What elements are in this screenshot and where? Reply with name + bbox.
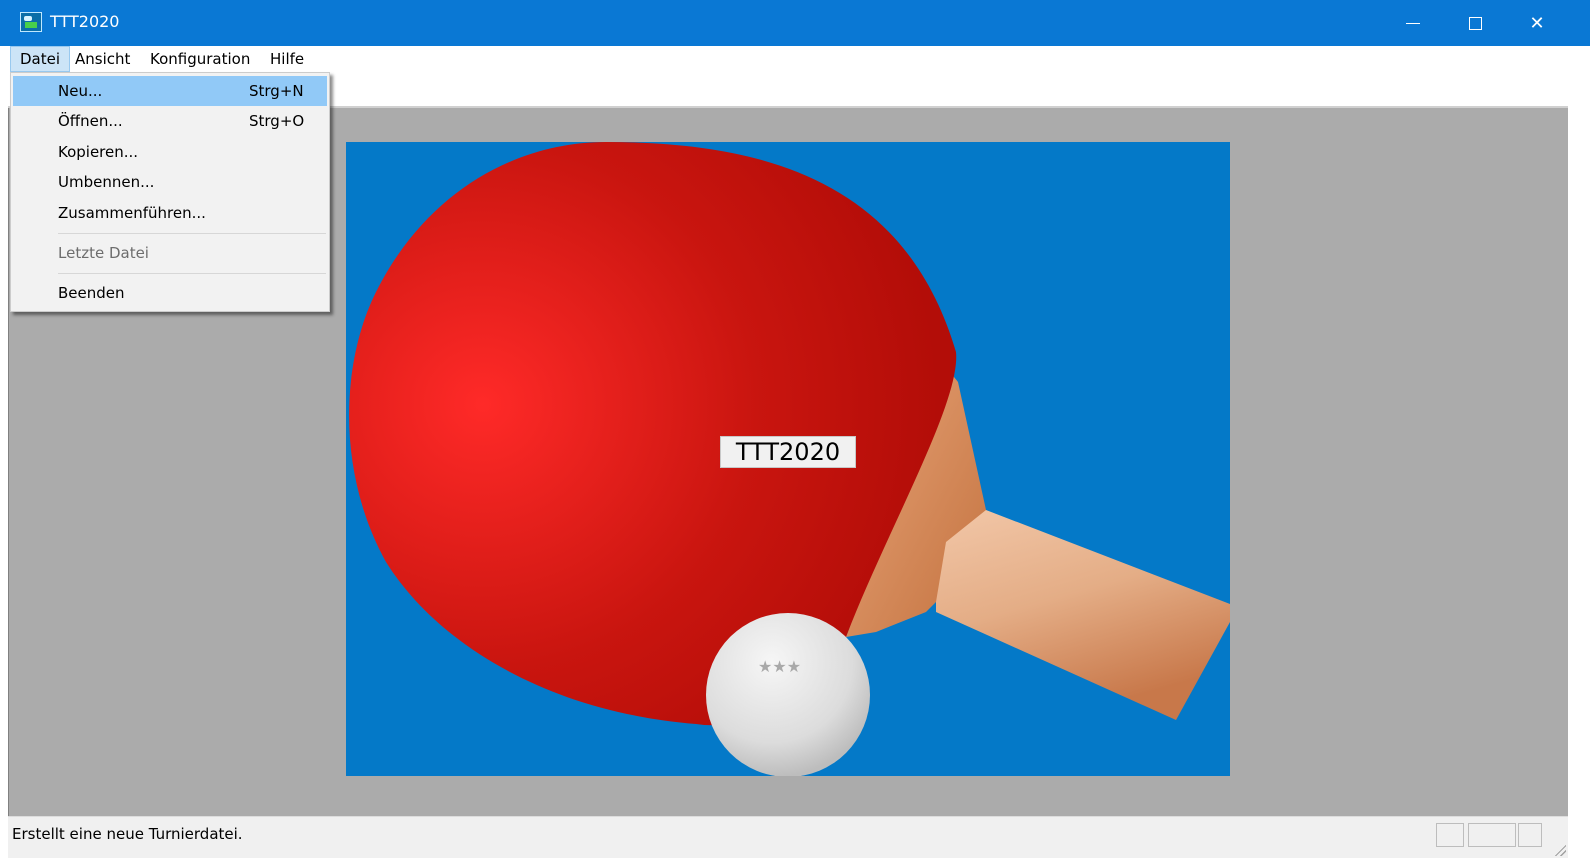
paddle-head [349,142,957,726]
status-text: Erstellt eine neue Turnierdatei. [12,825,243,843]
splash-image: ★★★ TTT2020 [346,142,1230,776]
resize-grip[interactable] [1552,842,1566,856]
menu-ansicht[interactable]: Ansicht [66,46,139,72]
ball-stars: ★★★ [758,657,801,676]
window-title: TTT2020 [50,12,120,31]
menu-separator [58,273,326,274]
window-right-strip [1568,46,1590,857]
menu-item-kopieren[interactable]: Kopieren... [13,137,327,167]
status-pane-2 [1468,823,1516,847]
splash-label: TTT2020 [720,436,856,468]
menu-item-shortcut: Strg+O [249,112,305,130]
status-bar: Erstellt eine neue Turnierdatei. [8,816,1568,858]
menu-bar: Datei Ansicht Konfiguration Hilfe [8,46,1590,72]
menu-konfiguration[interactable]: Konfiguration [141,46,259,72]
file-menu-dropdown: Neu... Strg+N Öffnen... Strg+O Kopieren.… [10,72,330,312]
menu-item-neu[interactable]: Neu... Strg+N [13,76,327,106]
menu-datei[interactable]: Datei [10,46,71,72]
menu-item-beenden[interactable]: Beenden [13,278,327,308]
menu-item-label: Neu... [58,82,103,100]
close-icon: ✕ [1529,12,1545,34]
app-icon[interactable] [20,12,42,32]
menu-item-zusammenfuehren[interactable]: Zusammenführen... [13,198,327,228]
menu-item-label: Umbennen... [58,173,155,191]
ball [706,613,870,776]
menu-item-label: Kopieren... [58,143,139,161]
maximize-icon [1468,16,1482,30]
menu-item-umbennen[interactable]: Umbennen... [13,167,327,197]
close-button[interactable]: ✕ [1506,0,1568,46]
minimize-button[interactable] [1382,0,1444,46]
paddle-handle [936,510,1230,720]
menu-item-label: Öffnen... [58,112,123,130]
maximize-button[interactable] [1444,0,1506,46]
menu-item-oeffnen[interactable]: Öffnen... Strg+O [13,106,327,136]
title-bar: TTT2020 ✕ [0,0,1590,46]
status-pane-1 [1436,823,1464,847]
menu-item-shortcut: Strg+N [249,82,304,100]
menu-item-label: Beenden [58,284,125,302]
status-pane-3 [1518,823,1542,847]
menu-item-label: Zusammenführen... [58,204,206,222]
menu-hilfe[interactable]: Hilfe [261,46,313,72]
menu-item-label: Letzte Datei [58,244,149,262]
menu-item-letzte-datei: Letzte Datei [13,238,327,268]
minimize-icon [1406,22,1420,24]
menu-separator [58,233,326,234]
